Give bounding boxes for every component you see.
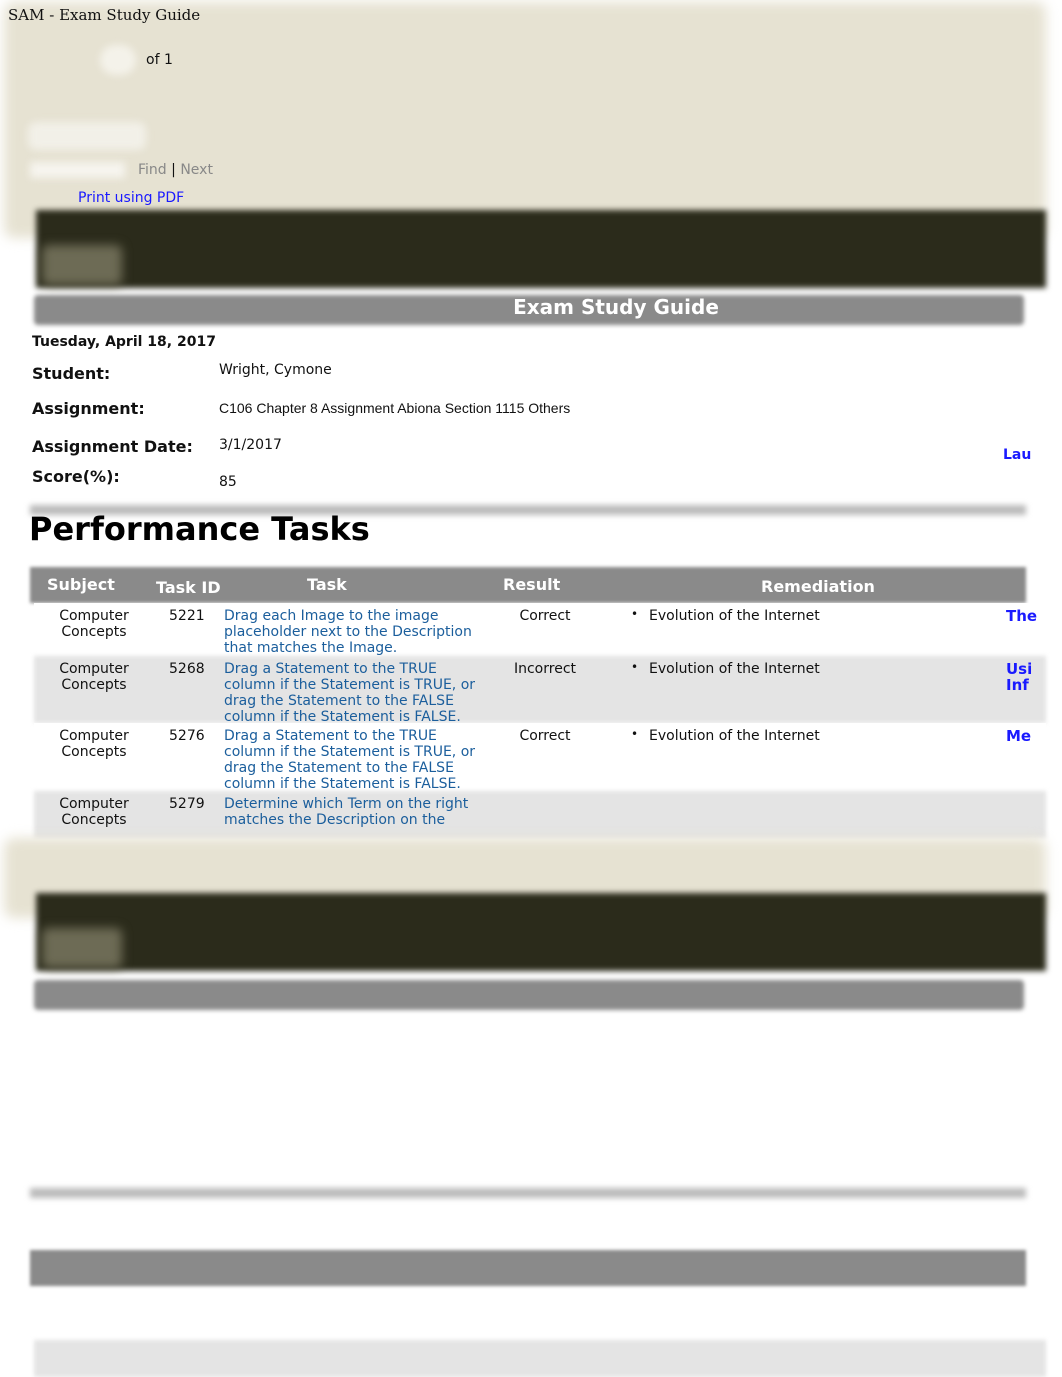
table-row-repeat [34,1340,1046,1377]
student-label: Student: [32,364,111,383]
remediation-link[interactable]: The [1006,608,1046,624]
score-label: Score(%): [32,467,120,486]
logo-repeat [42,928,122,968]
find-controls: Find | Next [138,162,213,178]
header-subject: Subject [47,575,115,594]
remediation-cell: Evolution of the Internet [649,728,820,744]
bullet-icon: • [631,727,639,741]
task-link[interactable]: Determine which Term on the right matche… [224,796,486,828]
assignment-label: Assignment: [32,399,145,418]
report-date: Tuesday, April 18, 2017 [32,334,216,350]
separator: | [171,162,176,178]
remediation-link[interactable]: Me [1006,728,1046,744]
header-result: Result [503,575,561,594]
logo [42,245,122,285]
table-header-repeat [30,1250,1026,1286]
header-task-id: Task ID [156,578,221,597]
score-value: 85 [219,474,237,490]
result-cell: Correct [519,608,571,624]
task-link[interactable]: Drag a Statement to the TRUE column if t… [224,728,486,792]
page-title: Exam Study Guide [513,295,719,319]
subject-cell: Computer Concepts [59,796,129,828]
assignment-value: C106 Chapter 8 Assignment Abiona Section… [219,400,571,416]
toolbar-button[interactable] [28,122,146,150]
task-id-cell: 5279 [169,796,205,812]
find-input[interactable] [30,162,125,178]
result-cell: Incorrect [513,661,577,677]
task-id-cell: 5221 [169,608,205,624]
header-banner [36,210,1046,288]
assignment-date-label: Assignment Date: [32,437,193,456]
next-button[interactable]: Next [180,162,213,178]
header-remediation: Remediation [761,577,875,596]
remediation-link[interactable]: Usi Inf [1006,661,1046,693]
find-button[interactable]: Find [138,162,167,178]
side-link[interactable]: Lau [1003,447,1031,463]
task-link[interactable]: Drag a Statement to the TRUE column if t… [224,661,486,725]
title-bar-repeat [34,980,1024,1010]
task-id-cell: 5276 [169,728,205,744]
header-task: Task [307,575,347,594]
subject-cell: Computer Concepts [59,608,129,640]
subject-cell: Computer Concepts [59,661,129,693]
task-link[interactable]: Drag each Image to the image placeholder… [224,608,486,656]
bullet-icon: • [631,607,639,621]
remediation-cell: Evolution of the Internet [649,608,820,624]
window-title: SAM - Exam Study Guide [8,6,201,24]
task-id-cell: 5268 [169,661,205,677]
student-value: Wright, Cymone [219,362,332,378]
page-count: of 1 [146,52,173,68]
section-title: Performance Tasks [29,510,370,548]
result-cell: Correct [519,728,571,744]
remediation-cell: Evolution of the Internet [649,661,820,677]
header-banner-repeat [36,893,1046,971]
bullet-icon: • [631,660,639,674]
divider-repeat [30,1188,1026,1198]
page-number-input[interactable] [100,45,136,75]
subject-cell: Computer Concepts [59,728,129,760]
print-pdf-link[interactable]: Print using PDF [78,190,184,206]
assignment-date-value: 3/1/2017 [219,437,282,453]
